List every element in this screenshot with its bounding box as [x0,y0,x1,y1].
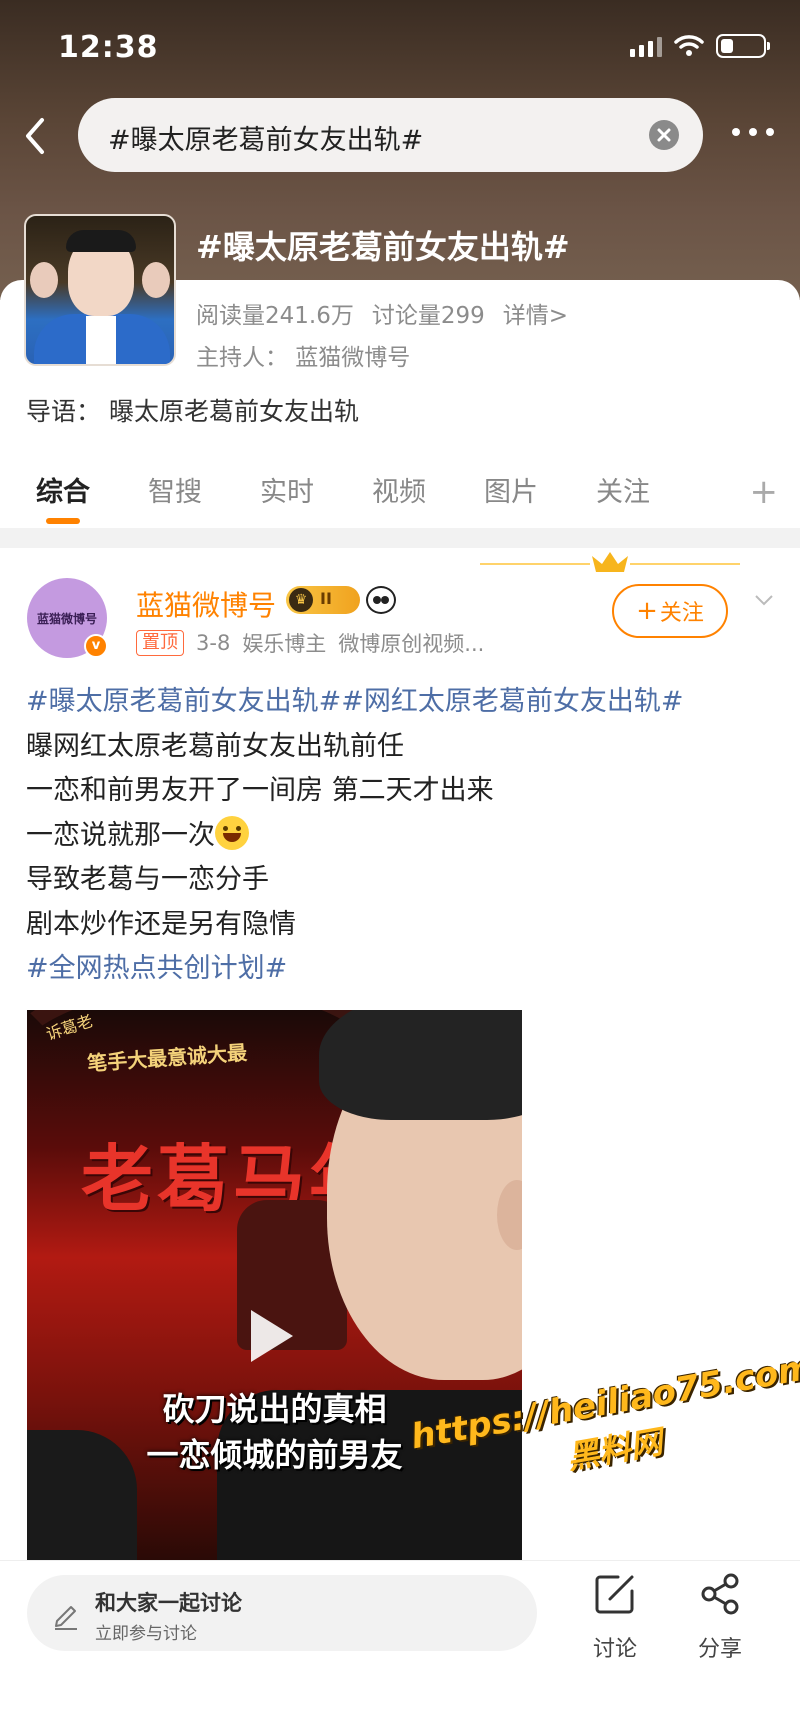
discussion-input-title: 和大家一起讨论 [95,1591,242,1615]
active-tab-indicator [46,518,80,524]
post-date: 3-8 [196,631,231,655]
verified-badge-icon: v [84,634,108,658]
share-button[interactable]: 分享 [685,1571,755,1663]
topic-tabs: 综合 智搜 实时 视频 图片 关注 + [0,462,800,528]
topic-guide: 导语： 曝太原老葛前女友出轨 [26,397,359,426]
post-footer-hashtag[interactable]: #全网热点共创计划# [26,947,786,992]
topic-stats: 阅读量241.6万 讨论量299 详情> [196,296,568,330]
discussion-input-subtitle: 立即参与讨论 [95,1624,197,1644]
vip-badge-icon[interactable]: ♛ II [286,586,360,614]
post-body: #曝太原老葛前女友出轨##网红太原老葛前女友出轨# 曝网红太原老葛前女友出轨前任… [26,680,786,992]
play-icon[interactable] [251,1310,293,1362]
topic-title: #曝太原老葛前女友出轨# [196,228,570,266]
post-hashtags[interactable]: #曝太原老葛前女友出轨##网红太原老葛前女友出轨# [26,680,786,725]
post-line: 剧本炒作还是另有隐情 [26,908,296,940]
follow-button[interactable]: + 关注 [612,584,728,638]
tab-images[interactable]: 图片 [484,470,538,509]
section-divider [0,528,800,548]
compose-icon [595,1575,634,1614]
add-tab-icon[interactable]: + [750,472,779,512]
search-bar[interactable]: #曝太原老葛前女友出轨# [78,98,703,172]
read-count: 阅读量241.6万 [196,303,354,329]
status-bar: 12:38 [0,0,800,96]
topic-cover-image[interactable] [24,214,176,366]
grin-emoji-icon [215,815,249,850]
chevron-down-icon[interactable] [754,590,774,610]
tab-following[interactable]: 关注 [596,470,650,509]
post-meta: 置顶 3-8 娱乐博主 微博原创视频... [136,628,484,658]
pinned-badge: 置顶 [136,630,184,656]
share-icon [701,1573,739,1615]
post-line-with-emoji: 一恋说就那一次 [26,814,786,859]
more-options-icon[interactable] [732,128,774,136]
tab-video[interactable]: 视频 [372,470,426,509]
tab-comprehensive[interactable]: 综合 [36,470,90,509]
post-line: 导致老葛与一恋分手 [26,864,269,895]
discussion-input[interactable]: 和大家一起讨论 立即参与讨论 [27,1575,537,1651]
tab-realtime[interactable]: 实时 [260,470,314,509]
status-time: 12:38 [58,30,159,65]
discussion-count: 讨论量299 [371,303,485,329]
crown-decoration-icon [480,552,740,572]
post-line: 曝网红太原老葛前女友出轨前任 [26,730,404,762]
back-arrow-icon[interactable] [22,116,52,156]
status-icons [630,34,770,58]
cellular-signal-icon [630,35,662,57]
post-source: 微博原创视频... [338,632,485,656]
details-link[interactable]: 详情> [503,296,568,330]
discuss-button[interactable]: 讨论 [580,1571,650,1663]
search-query[interactable]: #曝太原老葛前女友出轨# [108,118,423,157]
panda-badge-icon[interactable] [366,586,396,614]
pencil-icon [55,1606,77,1630]
battery-icon [716,34,770,58]
post-line: 一恋和前男友开了一间房 第二天才出来 [26,775,494,806]
post-author-name[interactable]: 蓝猫微博号 [136,584,276,624]
clear-search-icon[interactable] [649,120,679,150]
topic-host[interactable]: 主持人： 蓝猫微博号 [196,338,410,372]
tab-smart-search[interactable]: 智搜 [148,470,202,509]
wifi-icon [674,35,704,56]
plus-icon: + [636,596,658,626]
author-category: 娱乐博主 [242,632,327,656]
bottom-action-bar: 和大家一起讨论 立即参与讨论 讨论 分享 [0,1560,800,1731]
